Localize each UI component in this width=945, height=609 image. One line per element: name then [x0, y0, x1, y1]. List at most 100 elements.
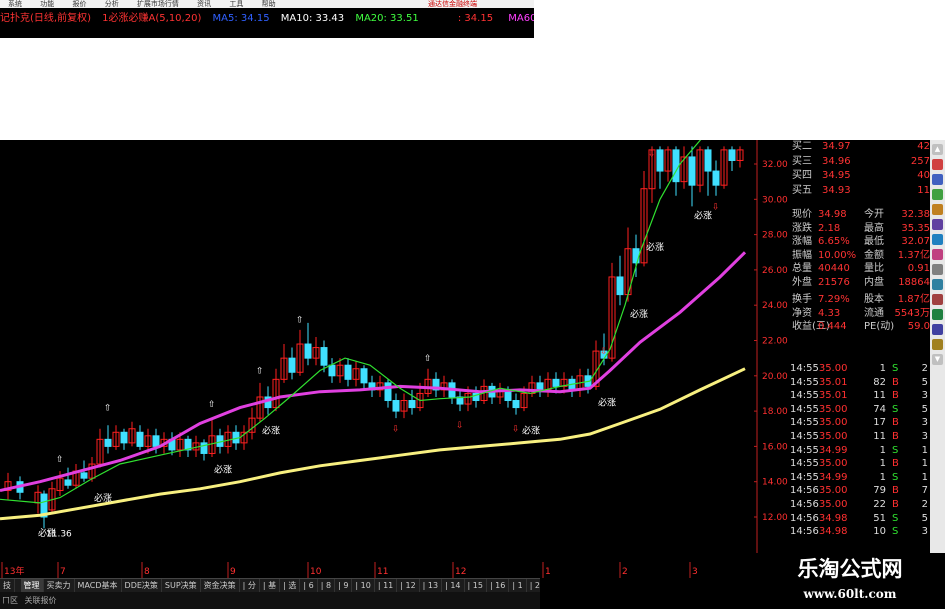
indicator-tab[interactable]: 资金决策	[201, 579, 240, 593]
order-book-row: 买四 34.95 40	[790, 169, 930, 183]
menu-item-quote[interactable]: 报价	[72, 0, 86, 8]
tool-icon[interactable]	[932, 189, 943, 200]
indicator-tab[interactable]: | 13	[420, 579, 443, 593]
kline-chart[interactable]: 32.00 30.00 28.00 26.00 24.00 22.00 20.00 18.00…	[0, 140, 790, 578]
order-book-row: 买二 34.97 42	[790, 140, 930, 154]
signal-label: 必涨	[94, 492, 112, 504]
scroll-up-icon[interactable]: ▲	[932, 144, 943, 155]
stat-value: 1.37亿	[897, 249, 930, 261]
indicator-tab[interactable]: 买卖力	[44, 579, 75, 593]
candle	[544, 372, 552, 397]
tick-volume: 82	[873, 376, 886, 388]
stat-value: 4.33	[818, 307, 841, 319]
indicator-tab[interactable]: | 6	[300, 579, 318, 593]
order-price: 34.97	[822, 141, 851, 152]
tool-icon[interactable]	[932, 219, 943, 230]
ma60-value: MA60: 2	[508, 13, 534, 24]
indicator-tab[interactable]: 管理	[20, 579, 44, 593]
scroll-down-icon[interactable]: ▼	[932, 354, 943, 365]
candle-body	[616, 276, 624, 296]
indicator-tab[interactable]: SUP决策	[162, 579, 201, 593]
indicator-tab[interactable]: | 16	[487, 579, 510, 593]
ma-long-line	[0, 251, 747, 492]
candle	[568, 375, 576, 397]
menu-item-analysis[interactable]: 分析	[105, 0, 119, 8]
indicator-tab[interactable]: | 分	[240, 579, 260, 593]
indicator-tab[interactable]: | 14	[442, 579, 465, 593]
indicator-tab[interactable]: DDE决策	[122, 579, 162, 593]
tick-side: B	[892, 499, 899, 510]
tool-icon[interactable]	[932, 204, 943, 215]
tool-icon[interactable]	[932, 279, 943, 290]
order-book-row: 买三 34.96 257	[790, 155, 930, 169]
tick-time: 14:55	[790, 417, 819, 429]
candle	[624, 227, 632, 302]
tool-icon[interactable]	[932, 339, 943, 350]
tool-icon[interactable]	[932, 174, 943, 185]
blank-area-left	[0, 38, 534, 140]
menu-item-tools[interactable]: 工具	[229, 0, 243, 8]
tick-count: 2	[921, 363, 928, 374]
order-price: 34.96	[822, 155, 851, 167]
order-label: 买二	[792, 141, 812, 152]
tick-price: 35.00	[818, 499, 848, 510]
candle	[48, 481, 56, 514]
candle	[328, 358, 336, 383]
tool-icon[interactable]	[932, 159, 943, 170]
side-toolbar: ▲ ▼	[930, 140, 945, 560]
menu-item-info[interactable]: 资讯	[197, 0, 211, 8]
tick-volume: 11	[873, 390, 886, 402]
tick-time: 14:56	[790, 526, 819, 538]
stat-row: 收益(三) 0.444 PE(动) 59.0	[790, 320, 930, 334]
menu-item-function[interactable]: 功能	[40, 0, 54, 8]
candle-body	[656, 149, 664, 172]
indicator-tab[interactable]: | 15	[465, 579, 487, 593]
menu-item-help[interactable]: 帮助	[262, 0, 276, 8]
footer-related-quote[interactable]: 关联报价	[25, 596, 57, 605]
indicator-tab[interactable]: | 选	[280, 579, 301, 593]
down-arrow-icon: ⇩	[712, 202, 720, 212]
tick-price: 35.00	[818, 431, 848, 442]
candle	[280, 344, 288, 383]
indicator-tab[interactable]: | 1	[509, 579, 527, 593]
tick-time: 14:56	[790, 485, 819, 497]
indicator-tab[interactable]: | 2	[527, 579, 540, 593]
candle	[736, 146, 744, 168]
candle	[392, 393, 400, 419]
y-tick-label: 18.00	[762, 407, 788, 417]
candle-body	[344, 364, 352, 380]
indicator-tab[interactable]: | 12	[397, 579, 420, 593]
tick-volume: 51	[873, 512, 886, 524]
indicator-tab[interactable]: MACD基本	[75, 579, 122, 593]
indicator-tab[interactable]: | 8	[318, 579, 336, 593]
order-label: 买四	[792, 170, 812, 181]
stat-row: 涨幅 6.65% 最低 32.07	[790, 235, 930, 249]
tool-icon[interactable]	[932, 249, 943, 260]
candle	[200, 439, 208, 461]
tool-icon[interactable]	[932, 324, 943, 335]
tool-icon[interactable]	[932, 294, 943, 305]
tool-icon[interactable]	[932, 234, 943, 245]
candle-body	[288, 357, 296, 373]
footer-left: ㄇ区	[2, 596, 18, 605]
tick-count: 2	[921, 499, 928, 510]
tick-price: 35.01	[818, 376, 848, 388]
stat-row: 外盘 21576 内盘 18864	[790, 276, 930, 290]
y-tick-label: 12.00	[762, 513, 788, 523]
menu-item-system[interactable]: 系统	[8, 0, 22, 8]
indicator-tab[interactable]: | 基	[260, 579, 281, 593]
tool-icon[interactable]	[932, 309, 943, 320]
stat-label: 股本	[864, 294, 884, 305]
tick-count: 3	[921, 526, 928, 538]
indicator-tab[interactable]: | 10	[352, 579, 375, 593]
stat-value: 32.38	[901, 209, 930, 220]
tick-volume: 1	[879, 363, 886, 374]
indicator-tab[interactable]: | 11	[375, 579, 398, 593]
tool-icon[interactable]	[932, 264, 943, 275]
menu-bar: 系统 功能 报价 分析 扩展市场行情 资讯 工具 帮助 通达信金融终端	[0, 0, 534, 8]
candle	[128, 421, 136, 447]
menu-item-ext-market[interactable]: 扩展市场行情	[137, 0, 179, 8]
stat-row: 现价 34.98 今开 32.38	[790, 208, 930, 222]
indicator-tab[interactable]: | 9	[335, 579, 353, 593]
tick-side: B	[892, 431, 899, 442]
